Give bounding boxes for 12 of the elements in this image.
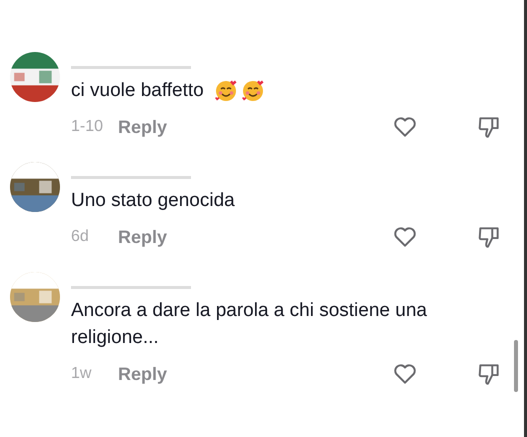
reply-button[interactable]: Reply	[118, 226, 168, 248]
reply-button[interactable]: Reply	[118, 116, 168, 138]
reply-button[interactable]: Reply	[118, 364, 168, 384]
comment-time: 1-10	[71, 118, 104, 136]
comment-text: Uno stato genocida	[71, 189, 235, 213]
comment-time: 1w	[71, 365, 92, 383]
scrollbar[interactable]	[514, 340, 518, 392]
comment-time: 6d	[71, 228, 90, 246]
smiling-face-icon	[214, 78, 238, 102]
comment-text: Ancora a dare la parola a chi sostiene una religione...	[71, 299, 428, 350]
comment-text: ci vuole baffetto	[71, 79, 204, 103]
smiling-face-icon	[240, 78, 265, 102]
